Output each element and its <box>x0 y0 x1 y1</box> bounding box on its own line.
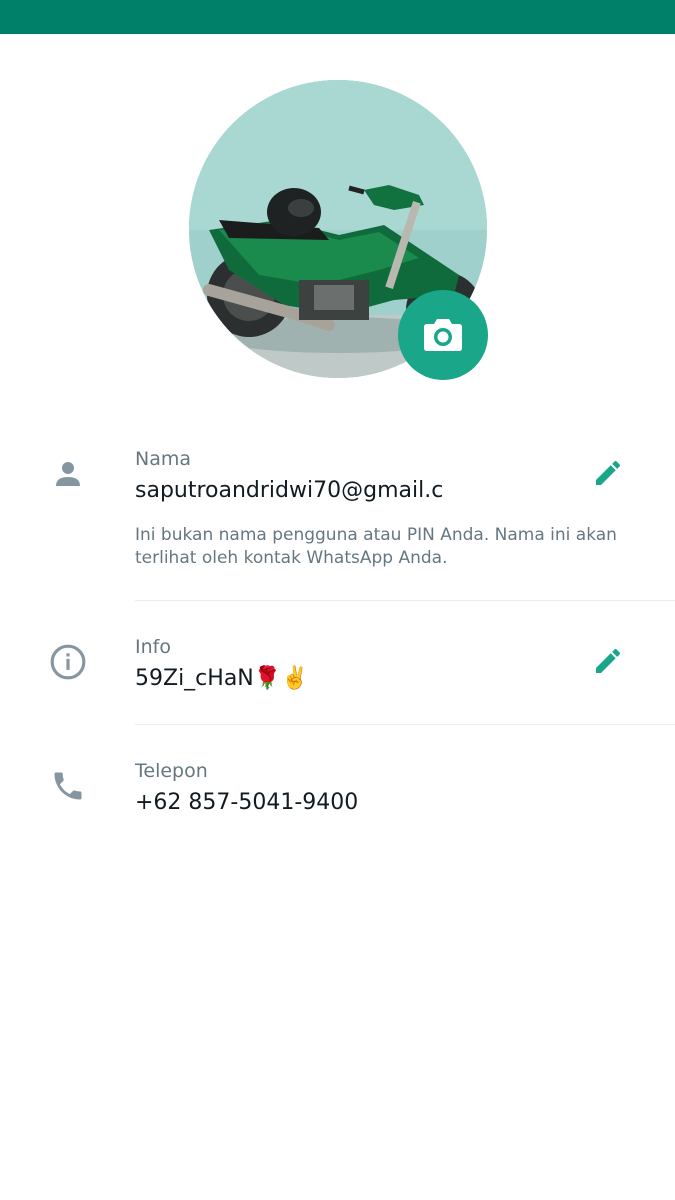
phone-icon <box>48 766 88 806</box>
name-value: saputroandridwi70@gmail.c <box>135 478 444 503</box>
name-row[interactable]: Nama saputroandridwi70@gmail.c Ini bukan… <box>0 440 675 600</box>
name-label: Nama <box>135 448 192 470</box>
info-label: Info <box>135 636 171 658</box>
info-value: 59Zi_cHaN🌹✌️ <box>135 666 309 691</box>
phone-row: Telepon +62 857-5041-9400 <box>0 754 675 834</box>
name-help-text: Ini bukan nama pengguna atau PIN Anda. N… <box>135 525 617 568</box>
profile-photo-section <box>189 80 488 380</box>
camera-icon <box>424 319 462 351</box>
change-photo-button[interactable] <box>398 290 488 380</box>
phone-label: Telepon <box>135 760 208 782</box>
top-app-bar <box>0 0 675 34</box>
divider <box>135 600 675 601</box>
divider <box>135 724 675 725</box>
edit-name-button[interactable] <box>588 453 628 493</box>
person-icon <box>48 454 88 494</box>
phone-value: +62 857-5041-9400 <box>135 790 359 815</box>
info-icon <box>48 642 88 682</box>
pencil-icon <box>596 460 621 485</box>
edit-info-button[interactable] <box>588 641 628 681</box>
pencil-icon <box>596 648 621 673</box>
info-row[interactable]: Info 59Zi_cHaN🌹✌️ <box>0 630 675 724</box>
